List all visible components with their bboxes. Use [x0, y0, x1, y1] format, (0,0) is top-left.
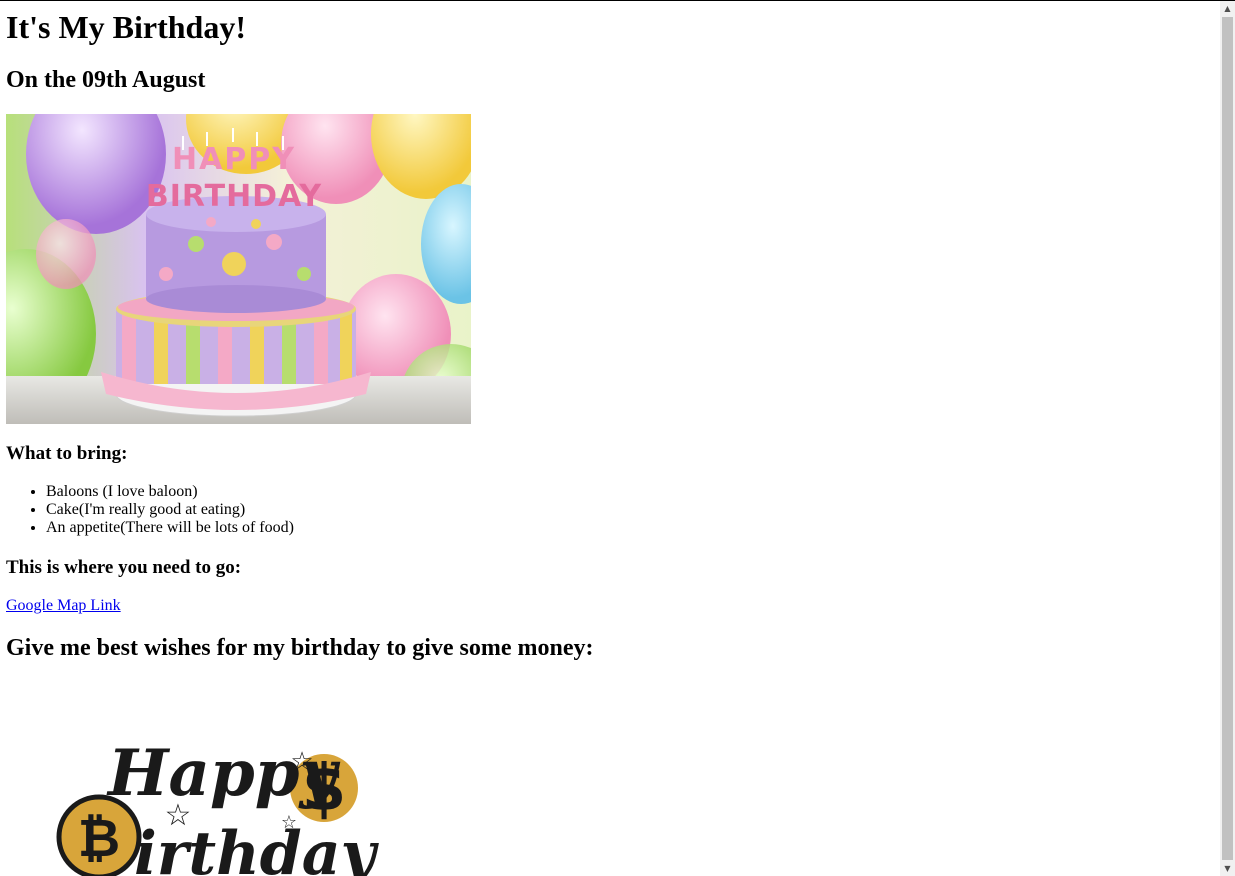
topper-line-2: irthday [134, 819, 380, 876]
wishes-heading: Give me best wishes for my birthday to g… [6, 635, 594, 661]
topper-line-1: Happy [106, 736, 340, 811]
cake-letters-bottom: BIRTHDAY [146, 179, 323, 214]
what-to-bring-heading: What to bring: [6, 443, 128, 464]
vertical-scrollbar[interactable]: ▲ ▼ [1220, 1, 1235, 876]
list-item: Cake(I'm really good at eating) [46, 501, 294, 519]
cake-illustration: HAPPY BIRTHDAY [6, 114, 471, 424]
cake-letters-top: HAPPY [172, 142, 296, 177]
birthday-cake-image: HAPPY BIRTHDAY [6, 114, 471, 424]
happy-birthday-topper-image: ₿ $ ☆ ☆ ☆ Happy irthday [6, 700, 426, 876]
scroll-up-arrow-icon[interactable]: ▲ [1220, 1, 1235, 16]
google-map-link[interactable]: Google Map Link [6, 596, 121, 616]
list-item: An appetite(There will be lots of food) [46, 519, 294, 537]
location-heading: This is where you need to go: [6, 557, 242, 578]
page-title: It's My Birthday! [6, 9, 246, 45]
page-content: It's My Birthday! On the 09th August HAP… [6, 0, 1216, 876]
scroll-thumb[interactable] [1222, 17, 1233, 860]
list-item: Baloons (I love baloon) [46, 483, 294, 501]
bring-list: Baloons (I love baloon) Cake(I'm really … [6, 483, 294, 537]
scroll-down-arrow-icon[interactable]: ▼ [1220, 861, 1235, 876]
topper-illustration: ₿ $ ☆ ☆ ☆ Happy irthday [6, 700, 426, 876]
birthday-date: On the 09th August [6, 67, 206, 93]
bitcoin-icon: ₿ [78, 809, 120, 869]
